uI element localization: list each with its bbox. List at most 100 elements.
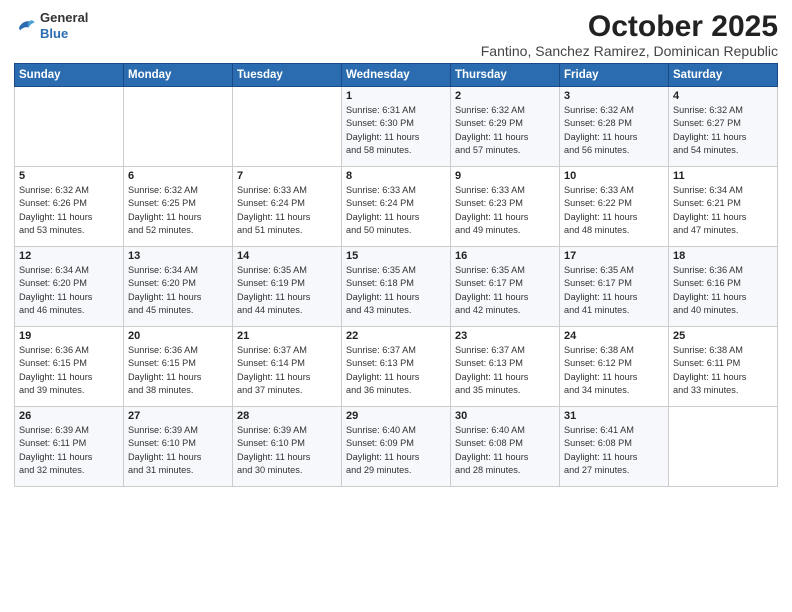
day-info: Sunrise: 6:34 AM Sunset: 6:20 PM Dayligh… xyxy=(128,264,228,317)
day-number: 28 xyxy=(237,410,337,422)
day-number: 16 xyxy=(455,250,555,262)
table-row: 11 Sunrise: 6:34 AM Sunset: 6:21 PM Dayli… xyxy=(669,167,778,247)
table-row: 15Sunrise: 6:35 AM Sunset: 6:18 PM Dayli… xyxy=(342,247,451,327)
day-number: 2 xyxy=(455,90,555,102)
day-number: 11 xyxy=(673,170,773,182)
day-info: Sunrise: 6:32 AM Sunset: 6:26 PM Dayligh… xyxy=(19,184,119,237)
day-info: Sunrise: 6:34 AM Sunset: 6:20 PM Dayligh… xyxy=(19,264,119,317)
calendar-row: 26Sunrise: 6:39 AM Sunset: 6:11 PM Dayli… xyxy=(15,407,778,487)
day-info: Sunrise: 6:32 AM Sunset: 6:28 PM Dayligh… xyxy=(564,104,664,157)
day-number: 4 xyxy=(673,90,773,102)
day-info: Sunrise: 6:37 AM Sunset: 6:13 PM Dayligh… xyxy=(455,344,555,397)
day-number: 27 xyxy=(128,410,228,422)
day-info: Sunrise: 6:37 AM Sunset: 6:14 PM Dayligh… xyxy=(237,344,337,397)
day-number: 29 xyxy=(346,410,446,422)
title-block: October 2025 Fantino, Sanchez Ramirez, D… xyxy=(481,10,778,59)
day-number: 9 xyxy=(455,170,555,182)
day-number: 25 xyxy=(673,330,773,342)
day-info: Sunrise: 6:33 AM Sunset: 6:22 PM Dayligh… xyxy=(564,184,664,237)
day-info: Sunrise: 6:36 AM Sunset: 6:16 PM Dayligh… xyxy=(673,264,773,317)
table-row: 31Sunrise: 6:41 AM Sunset: 6:08 PM Dayli… xyxy=(560,407,669,487)
table-row: 22 Sunrise: 6:37 AM Sunset: 6:13 PM Dayli… xyxy=(342,327,451,407)
table-row: 21 Sunrise: 6:37 AM Sunset: 6:14 PM Dayli… xyxy=(233,327,342,407)
day-number: 26 xyxy=(19,410,119,422)
location-title: Fantino, Sanchez Ramirez, Dominican Repu… xyxy=(481,43,778,59)
day-number: 1 xyxy=(346,90,446,102)
day-info: Sunrise: 6:31 AM Sunset: 6:30 PM Dayligh… xyxy=(346,104,446,157)
calendar-row: 12Sunrise: 6:34 AM Sunset: 6:20 PM Dayli… xyxy=(15,247,778,327)
day-info: Sunrise: 6:39 AM Sunset: 6:10 PM Dayligh… xyxy=(128,424,228,477)
header-tuesday: Tuesday xyxy=(233,64,342,87)
day-number: 7 xyxy=(237,170,337,182)
header-row: Sunday Monday Tuesday Wednesday Thursday… xyxy=(15,64,778,87)
table-row: 12Sunrise: 6:34 AM Sunset: 6:20 PM Dayli… xyxy=(15,247,124,327)
table-row: 25 Sunrise: 6:38 AM Sunset: 6:11 PM Dayli… xyxy=(669,327,778,407)
day-info: Sunrise: 6:40 AM Sunset: 6:09 PM Dayligh… xyxy=(346,424,446,477)
calendar-table: Sunday Monday Tuesday Wednesday Thursday… xyxy=(14,63,778,487)
day-number: 17 xyxy=(564,250,664,262)
table-row: 19Sunrise: 6:36 AM Sunset: 6:15 PM Dayli… xyxy=(15,327,124,407)
logo-text: General Blue xyxy=(40,10,88,42)
day-number: 23 xyxy=(455,330,555,342)
table-row: 26Sunrise: 6:39 AM Sunset: 6:11 PM Dayli… xyxy=(15,407,124,487)
calendar-body: 1 Sunrise: 6:31 AM Sunset: 6:30 PM Daylig… xyxy=(15,87,778,487)
table-row xyxy=(124,87,233,167)
day-info: Sunrise: 6:40 AM Sunset: 6:08 PM Dayligh… xyxy=(455,424,555,477)
header-sunday: Sunday xyxy=(15,64,124,87)
logo-general: General xyxy=(40,10,88,25)
table-row: 6Sunrise: 6:32 AM Sunset: 6:25 PM Daylig… xyxy=(124,167,233,247)
table-row: 16 Sunrise: 6:35 AM Sunset: 6:17 PM Dayli… xyxy=(451,247,560,327)
logo-icon xyxy=(14,17,36,35)
day-info: Sunrise: 6:38 AM Sunset: 6:11 PM Dayligh… xyxy=(673,344,773,397)
calendar-header: Sunday Monday Tuesday Wednesday Thursday… xyxy=(15,64,778,87)
table-row: 5Sunrise: 6:32 AM Sunset: 6:26 PM Daylig… xyxy=(15,167,124,247)
day-number: 3 xyxy=(564,90,664,102)
day-number: 22 xyxy=(346,330,446,342)
table-row: 30Sunrise: 6:40 AM Sunset: 6:08 PM Dayli… xyxy=(451,407,560,487)
table-row: 1 Sunrise: 6:31 AM Sunset: 6:30 PM Daylig… xyxy=(342,87,451,167)
day-info: Sunrise: 6:33 AM Sunset: 6:24 PM Dayligh… xyxy=(237,184,337,237)
day-number: 19 xyxy=(19,330,119,342)
table-row: 3 Sunrise: 6:32 AM Sunset: 6:28 PM Daylig… xyxy=(560,87,669,167)
table-row: 27 Sunrise: 6:39 AM Sunset: 6:10 PM Dayli… xyxy=(124,407,233,487)
day-info: Sunrise: 6:37 AM Sunset: 6:13 PM Dayligh… xyxy=(346,344,446,397)
month-title: October 2025 xyxy=(481,10,778,43)
table-row: 10 Sunrise: 6:33 AM Sunset: 6:22 PM Dayli… xyxy=(560,167,669,247)
table-row: 17 Sunrise: 6:35 AM Sunset: 6:17 PM Dayli… xyxy=(560,247,669,327)
table-row: 13 Sunrise: 6:34 AM Sunset: 6:20 PM Dayli… xyxy=(124,247,233,327)
day-number: 8 xyxy=(346,170,446,182)
day-number: 18 xyxy=(673,250,773,262)
day-info: Sunrise: 6:33 AM Sunset: 6:23 PM Dayligh… xyxy=(455,184,555,237)
table-row: 18 Sunrise: 6:36 AM Sunset: 6:16 PM Dayli… xyxy=(669,247,778,327)
table-row xyxy=(669,407,778,487)
table-row: 20 Sunrise: 6:36 AM Sunset: 6:15 PM Dayli… xyxy=(124,327,233,407)
day-number: 14 xyxy=(237,250,337,262)
header-monday: Monday xyxy=(124,64,233,87)
table-row: 8 Sunrise: 6:33 AM Sunset: 6:24 PM Daylig… xyxy=(342,167,451,247)
day-info: Sunrise: 6:35 AM Sunset: 6:19 PM Dayligh… xyxy=(237,264,337,317)
header-thursday: Thursday xyxy=(451,64,560,87)
day-info: Sunrise: 6:32 AM Sunset: 6:27 PM Dayligh… xyxy=(673,104,773,157)
header: General Blue October 2025 Fantino, Sanch… xyxy=(14,10,778,59)
day-number: 20 xyxy=(128,330,228,342)
day-number: 21 xyxy=(237,330,337,342)
day-number: 13 xyxy=(128,250,228,262)
day-info: Sunrise: 6:34 AM Sunset: 6:21 PM Dayligh… xyxy=(673,184,773,237)
table-row: 2 Sunrise: 6:32 AM Sunset: 6:29 PM Daylig… xyxy=(451,87,560,167)
logo: General Blue xyxy=(14,10,88,42)
day-info: Sunrise: 6:33 AM Sunset: 6:24 PM Dayligh… xyxy=(346,184,446,237)
day-number: 10 xyxy=(564,170,664,182)
logo-blue: Blue xyxy=(40,26,68,41)
day-info: Sunrise: 6:35 AM Sunset: 6:17 PM Dayligh… xyxy=(455,264,555,317)
table-row: 28 Sunrise: 6:39 AM Sunset: 6:10 PM Dayli… xyxy=(233,407,342,487)
day-info: Sunrise: 6:35 AM Sunset: 6:18 PM Dayligh… xyxy=(346,264,446,317)
day-info: Sunrise: 6:36 AM Sunset: 6:15 PM Dayligh… xyxy=(128,344,228,397)
day-info: Sunrise: 6:38 AM Sunset: 6:12 PM Dayligh… xyxy=(564,344,664,397)
day-info: Sunrise: 6:32 AM Sunset: 6:25 PM Dayligh… xyxy=(128,184,228,237)
day-info: Sunrise: 6:35 AM Sunset: 6:17 PM Dayligh… xyxy=(564,264,664,317)
table-row: 23 Sunrise: 6:37 AM Sunset: 6:13 PM Dayli… xyxy=(451,327,560,407)
table-row: 9 Sunrise: 6:33 AM Sunset: 6:23 PM Daylig… xyxy=(451,167,560,247)
day-info: Sunrise: 6:39 AM Sunset: 6:10 PM Dayligh… xyxy=(237,424,337,477)
table-row xyxy=(15,87,124,167)
day-info: Sunrise: 6:32 AM Sunset: 6:29 PM Dayligh… xyxy=(455,104,555,157)
